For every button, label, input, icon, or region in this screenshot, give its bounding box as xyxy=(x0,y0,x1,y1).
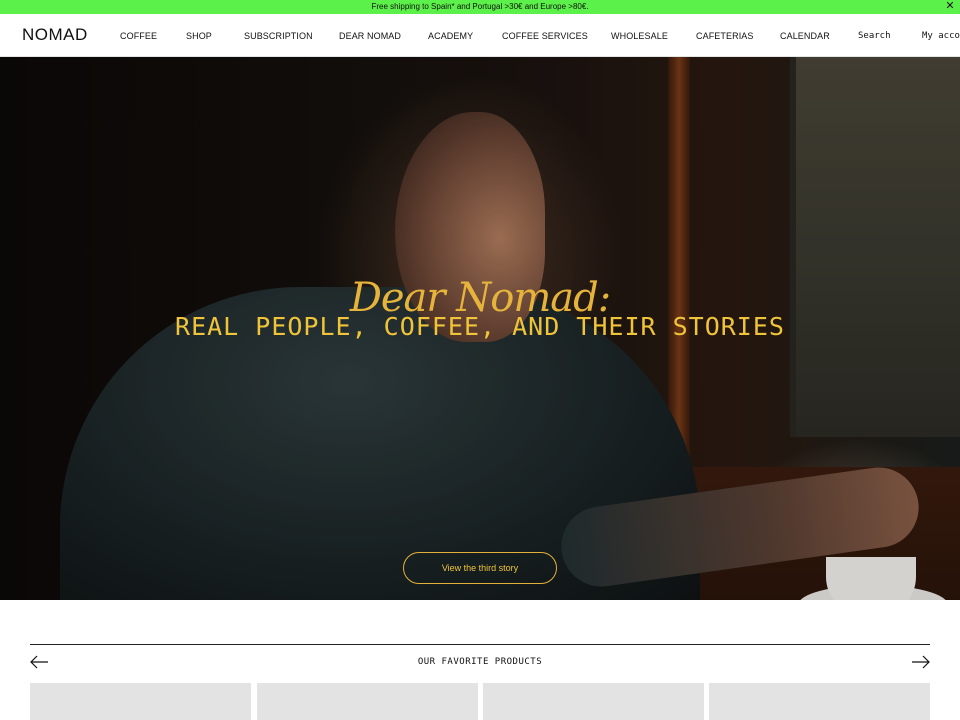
hero-title: REAL PEOPLE, COFFEE, AND THEIR STORIES xyxy=(175,312,785,341)
section-title: OUR FAVORITE PRODUCTS xyxy=(417,657,543,667)
section-divider xyxy=(30,644,930,645)
logo[interactable]: NOMAD xyxy=(22,25,88,45)
nav-cafeterias[interactable]: CAFETERIAS xyxy=(696,31,754,41)
nav-shop[interactable]: SHOP xyxy=(186,31,212,41)
nav-calendar[interactable]: CALENDAR xyxy=(780,31,830,41)
nav-coffee-services[interactable]: COFFEE SERVICES xyxy=(502,31,588,41)
product-card[interactable] xyxy=(483,683,704,720)
product-card[interactable] xyxy=(257,683,478,720)
hero-banner: Dear Nomad: REAL PEOPLE, COFFEE, AND THE… xyxy=(0,57,960,600)
arrow-right-icon[interactable] xyxy=(911,654,931,670)
view-story-button[interactable]: View the third story xyxy=(403,552,557,584)
product-card[interactable] xyxy=(709,683,930,720)
nav-dear-nomad[interactable]: DEAR NOMAD xyxy=(339,31,401,41)
nav-subscription[interactable]: SUBSCRIPTION xyxy=(244,31,313,41)
search-link[interactable]: Search xyxy=(858,31,891,41)
announcement-bar: Free shipping to Spain* and Portugal >30… xyxy=(0,0,960,14)
nav-academy[interactable]: ACADEMY xyxy=(428,31,473,41)
site-header: NOMAD COFFEE SHOP SUBSCRIPTION DEAR NOMA… xyxy=(0,14,960,57)
nav-wholesale[interactable]: WHOLESALE xyxy=(611,31,668,41)
product-card[interactable] xyxy=(30,683,251,720)
favorite-products-section: OUR FAVORITE PRODUCTS xyxy=(0,600,960,720)
nav-coffee[interactable]: COFFEE xyxy=(120,31,157,41)
account-link[interactable]: My account xyxy=(922,31,960,41)
announcement-text: Free shipping to Spain* and Portugal >30… xyxy=(371,2,589,11)
close-icon[interactable]: ✕ xyxy=(944,0,956,14)
